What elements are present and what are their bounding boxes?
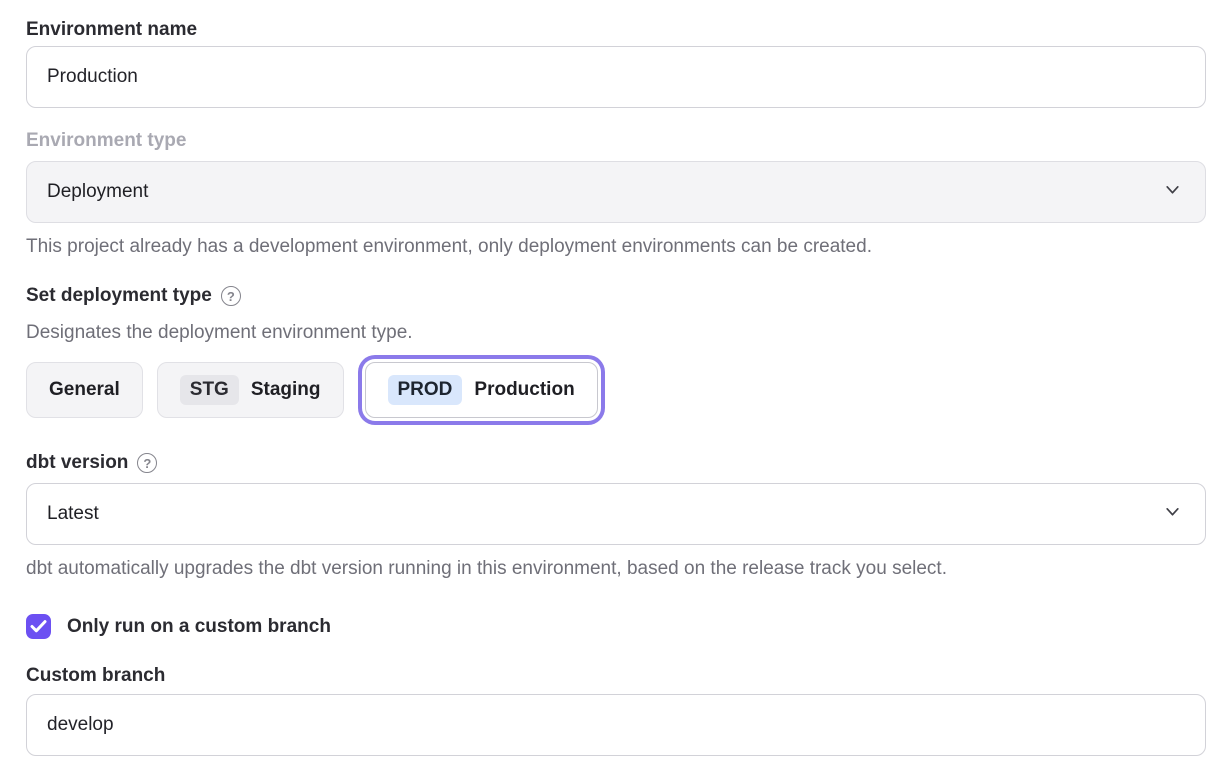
dbt-version-select[interactable]: Latest <box>26 483 1206 545</box>
custom-branch-checkbox[interactable] <box>26 614 51 639</box>
environment-type-select: Deployment <box>26 161 1206 223</box>
production-badge: PROD <box>388 375 463 406</box>
checkmark-icon <box>30 620 47 633</box>
dbt-version-heading: dbt version ? <box>26 451 1206 475</box>
environment-type-helper: This project already has a development e… <box>26 235 1206 259</box>
dbt-version-helper: dbt automatically upgrades the dbt versi… <box>26 557 1206 581</box>
staging-badge: STG <box>180 375 239 406</box>
deployment-type-options: General STG Staging PROD Production <box>26 357 1206 423</box>
deployment-type-staging-button[interactable]: STG Staging <box>157 362 344 418</box>
environment-settings-form: Environment name Environment type Deploy… <box>0 0 1228 756</box>
deployment-type-title: Set deployment type <box>26 284 212 308</box>
custom-branch-input[interactable] <box>26 694 1206 756</box>
staging-label: Staging <box>251 379 321 401</box>
environment-name-input[interactable] <box>26 46 1206 108</box>
custom-branch-toggle-label: Only run on a custom branch <box>67 615 331 639</box>
custom-branch-toggle-row[interactable]: Only run on a custom branch <box>26 614 1206 639</box>
deployment-type-general-button[interactable]: General <box>26 362 143 418</box>
deployment-type-helper: Designates the deployment environment ty… <box>26 321 1206 345</box>
deployment-type-production-button[interactable]: PROD Production <box>365 362 598 418</box>
general-label: General <box>49 379 120 401</box>
deployment-type-heading: Set deployment type ? <box>26 284 1206 308</box>
dbt-version-value: Latest <box>47 503 99 525</box>
custom-branch-label: Custom branch <box>26 664 1206 688</box>
environment-name-label: Environment name <box>26 18 1206 42</box>
question-circle-icon[interactable]: ? <box>221 286 241 306</box>
production-label: Production <box>474 379 574 401</box>
environment-type-label: Environment type <box>26 129 1206 153</box>
chevron-down-icon <box>1164 503 1181 526</box>
dbt-version-title: dbt version <box>26 451 128 475</box>
question-circle-icon[interactable]: ? <box>137 453 157 473</box>
chevron-down-icon <box>1164 181 1181 204</box>
environment-type-value: Deployment <box>47 181 148 203</box>
